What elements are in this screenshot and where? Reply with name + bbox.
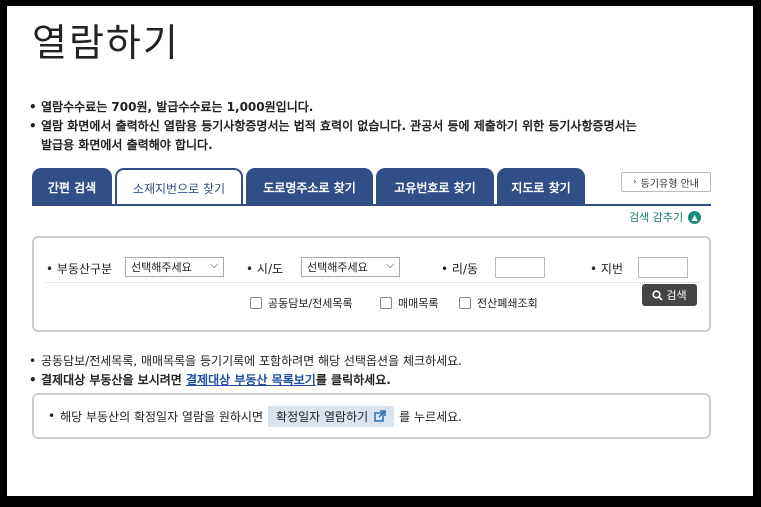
checkbox-sales-list[interactable]: 매매목록 xyxy=(380,295,438,311)
notice-item: • 열람수수료는 700원, 발급수수료는 1,000원입니다. xyxy=(29,100,314,114)
village-label: • 리/동 xyxy=(441,262,479,276)
tab-simple-search[interactable]: 간편 검색 xyxy=(32,168,112,206)
notice-item: • 열람 화면에서 출력하신 열람용 등기사항증명서는 법적 효력이 없습니다. … xyxy=(29,119,637,133)
checkbox[interactable] xyxy=(250,297,262,309)
chevron-down-icon: ⌵ xyxy=(210,260,218,271)
checkbox[interactable] xyxy=(380,297,392,309)
checkbox[interactable] xyxy=(459,297,471,309)
main-panel: 열람하기 • 열람수수료는 700원, 발급수수료는 1,000원입니다. • 열람… xyxy=(7,6,753,496)
tab-lot-number[interactable]: 소재지번으로 찾기 xyxy=(115,168,243,206)
province-label: • 시/도 xyxy=(246,262,284,276)
province-select[interactable]: 선택해주세요 ⌵ xyxy=(301,257,400,277)
view-confirmation-date-button[interactable]: 확정일자 열람하기 xyxy=(268,405,395,427)
registration-type-guide-button[interactable]: › 등기유형 안내 xyxy=(621,172,711,192)
divider xyxy=(46,282,701,283)
chevron-right-icon: › xyxy=(633,177,637,187)
hide-search-toggle[interactable]: 검색 감추기 ▲ xyxy=(629,209,702,225)
village-input[interactable] xyxy=(495,257,545,278)
tab-underline xyxy=(32,204,711,206)
tab-unique-number[interactable]: 고유번호로 찾기 xyxy=(376,168,494,206)
fee-notices: • 열람수수료는 700원, 발급수수료는 1,000원입니다. • 열람 화면에서… xyxy=(29,98,637,155)
info-item: • 결제대상 부동산을 보시려면 결제대상 부동산 목록보기를 클릭하세요. xyxy=(29,373,391,387)
notice-item: 발급용 화면에서 출력해야 합니다. xyxy=(41,138,213,152)
confirmation-date-box: • 해당 부동산의 확정일자 열람을 원하시면 확정일자 열람하기 를 누르세요… xyxy=(32,393,711,439)
property-type-select[interactable]: 선택해주세요 ⌵ xyxy=(125,257,224,277)
tab-map[interactable]: 지도로 찾기 xyxy=(497,168,585,206)
chevron-up-icon: ▲ xyxy=(688,210,702,224)
search-button[interactable]: 검색 xyxy=(642,284,697,306)
property-type-label: • 부동산구분 xyxy=(46,262,113,276)
chevron-down-icon: ⌵ xyxy=(386,260,394,271)
search-icon xyxy=(652,289,664,301)
search-form: • 부동산구분 선택해주세요 ⌵ • 시/도 선택해주세요 ⌵ • 리/동 • … xyxy=(32,236,711,332)
info-notes: • 공동담보/전세목록, 매매목록을 등기기록에 포함하려면 해당 선택옵션을 체… xyxy=(29,352,462,390)
info-item: • 공동담보/전세목록, 매매목록을 등기기록에 포함하려면 해당 선택옵션을 체… xyxy=(29,354,462,368)
checkbox-joint-collateral[interactable]: 공동담보/전세목록 xyxy=(250,295,353,311)
payment-list-link[interactable]: 결제대상 부동산 목록보기 xyxy=(186,373,316,387)
page-title: 열람하기 xyxy=(32,21,180,65)
tab-road-address[interactable]: 도로명주소로 찾기 xyxy=(246,168,373,206)
lot-number-label: • 지번 xyxy=(590,262,623,276)
external-link-icon xyxy=(374,410,386,422)
lot-number-input[interactable] xyxy=(638,257,688,278)
checkbox-closed-records[interactable]: 전산폐쇄조회 xyxy=(459,295,538,311)
